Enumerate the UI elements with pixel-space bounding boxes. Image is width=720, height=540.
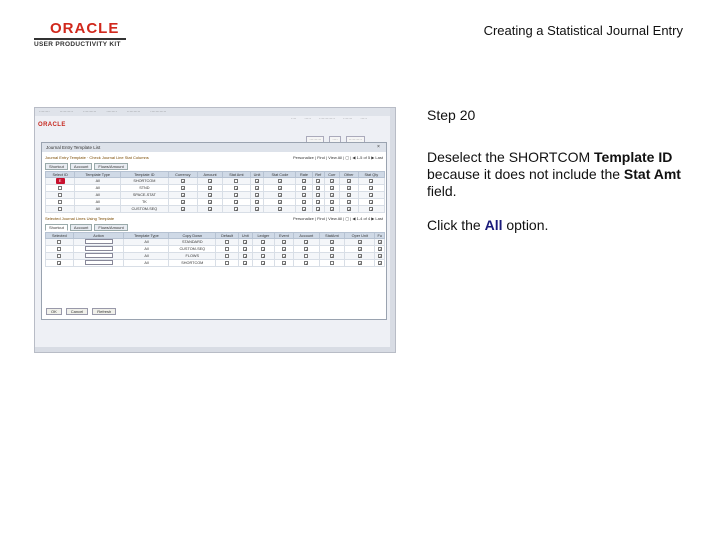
template-grid-1: Select ID Template Type Template ID Currenc… [44, 171, 386, 213]
tab-account-1[interactable]: Account [69, 163, 93, 170]
template-list-modal: Journal Entry Template List × Journal En… [41, 142, 387, 320]
tab-shortcut-2[interactable]: Shortcut [45, 224, 68, 231]
instruction-paragraph: Deselect the SHORTCOM Template ID becaus… [427, 149, 681, 199]
refresh-button[interactable]: Refresh [92, 308, 117, 315]
callout-marker[interactable]: E [55, 178, 65, 184]
action-paragraph: Click the All option. [427, 217, 549, 233]
table-row: AllSHORTCOM [45, 259, 385, 267]
grid-caption-2: Selected Journal Lines Using Template Per… [45, 216, 383, 221]
tab-account-2[interactable]: Account [69, 224, 93, 231]
tab-flows-2[interactable]: Flows/Amount [94, 224, 128, 231]
application-screenshot: ········ ·········· ·········· ········ ····… [34, 107, 396, 353]
modal-buttons: OK Cancel Refresh [46, 308, 117, 315]
cancel-button[interactable]: Cancel [65, 308, 89, 315]
logo-upk-text: USER PRODUCTIVITY KIT [34, 38, 126, 48]
tab-shortcut-1[interactable]: Shortcut [45, 163, 68, 170]
table-row: All SPACE-STAT [44, 191, 386, 199]
table-row: All STND [44, 184, 386, 192]
app-menubar: ········ ·········· ·········· ········ ····… [35, 108, 395, 116]
table-row: All TK [44, 198, 386, 206]
ok-button[interactable]: OK [46, 308, 62, 315]
instruction-text: Deselect the SHORTCOM Template ID becaus… [427, 149, 692, 251]
table-row: All CUSTOM-SEQ [44, 205, 386, 213]
table-row: All FLOWS [45, 252, 385, 260]
oracle-upk-logo: ORACLE USER PRODUCTIVITY KIT [34, 20, 126, 48]
close-icon[interactable]: × [377, 144, 383, 150]
template-grid-2: Selected Action Template Type Copy Down Defa… [45, 232, 385, 267]
step-label: Step 20 [427, 107, 476, 123]
document-title: Creating a Statistical Journal Entry [483, 23, 683, 38]
app-nav: ···· ····· ············ ······· ····· [291, 116, 367, 121]
tab-flows-1[interactable]: Flows/Amount [94, 163, 128, 170]
grid-caption-1: Journal Entry Template · Check Journal L… [45, 155, 383, 160]
modal-title: Journal Entry Template List [42, 143, 386, 152]
grid2-tabs: Shortcut Account Flows/Amount [45, 224, 383, 231]
logo-oracle-text: ORACLE [50, 20, 120, 37]
table-row: All STANDARD [45, 238, 385, 246]
table-row: All CUSTOM-SEQ [45, 245, 385, 253]
grid1-tabs: Shortcut Account Flows/Amount [45, 163, 383, 170]
table-row: E All SHORTCOM [44, 177, 386, 185]
vertical-scrollbar[interactable] [390, 108, 395, 352]
app-oracle-logo: ORACLE [38, 122, 66, 128]
horizontal-scrollbar[interactable] [35, 347, 395, 352]
